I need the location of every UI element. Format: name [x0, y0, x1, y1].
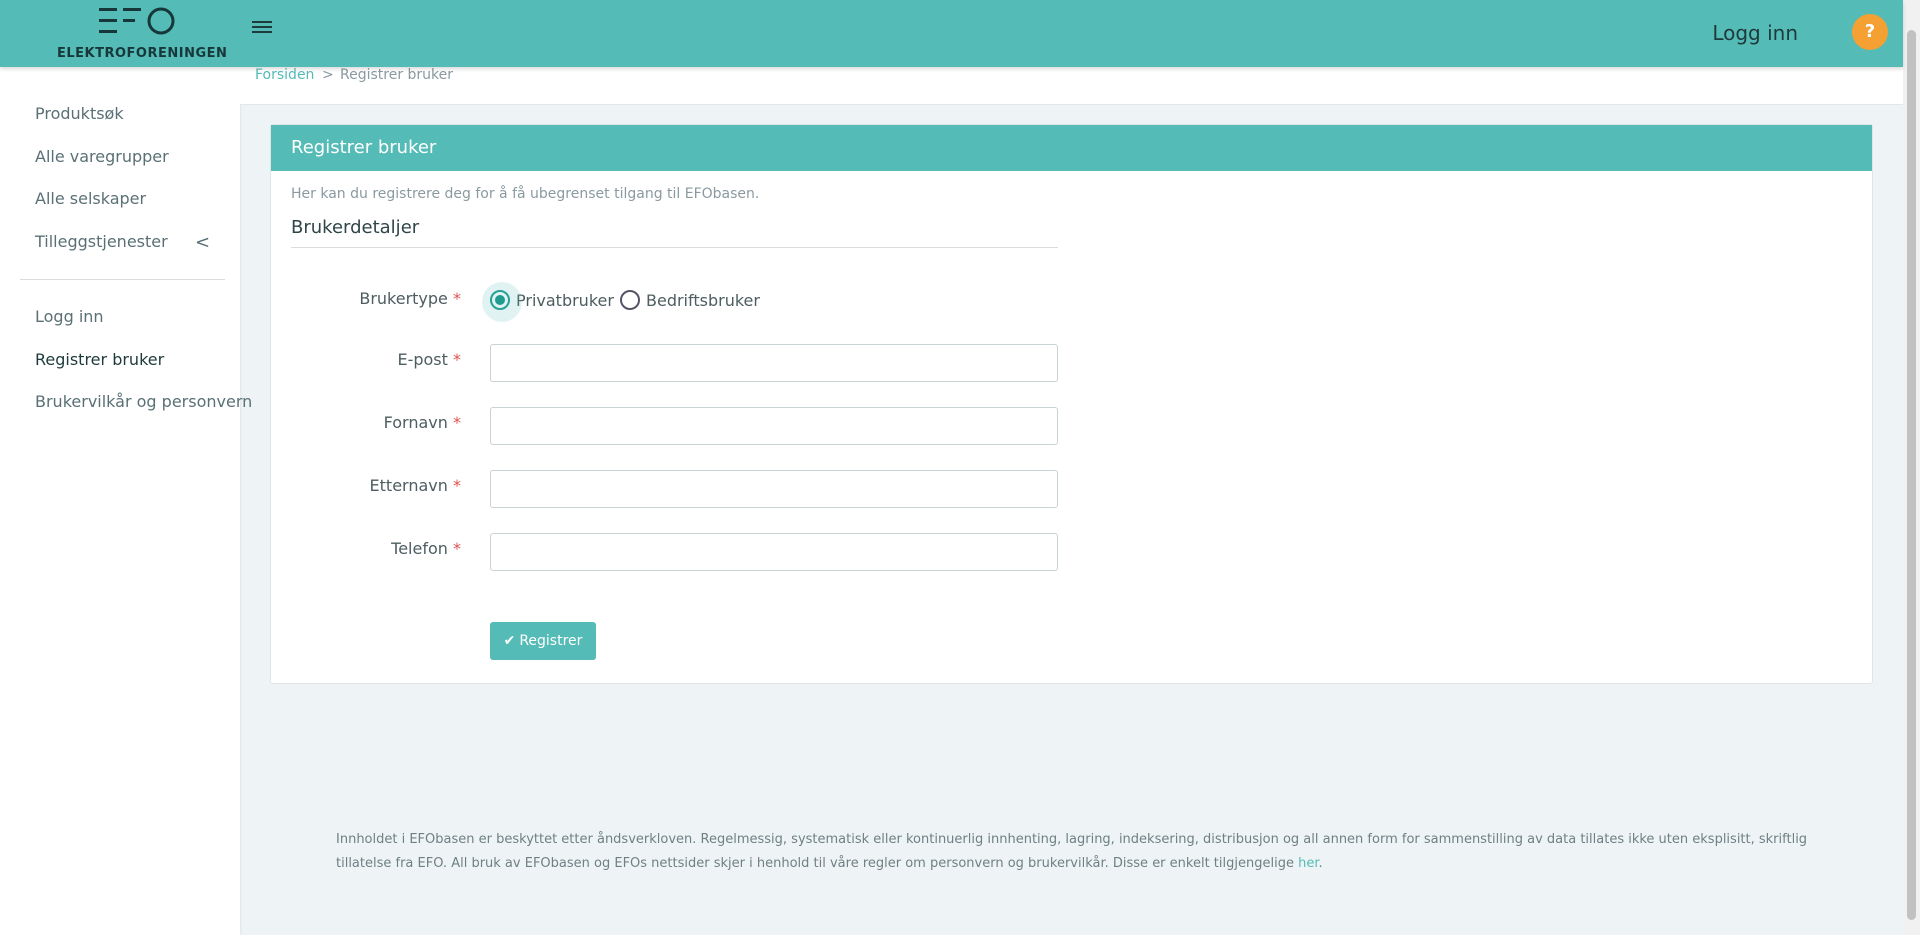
radio-business-control[interactable]	[620, 290, 640, 310]
efo-logo[interactable]: ELEKTROFORENINGEN	[57, 4, 228, 64]
required-mark: *	[453, 289, 461, 308]
menu-toggle-icon[interactable]	[252, 18, 272, 38]
register-card: Registrer bruker Her kan du registrere d…	[270, 124, 1873, 684]
sidebar-item-tilleggstjenester[interactable]: Tilleggstjenester	[35, 232, 168, 251]
radio-private[interactable]: Privatbruker	[482, 282, 614, 322]
phone-label: Telefon *	[391, 539, 461, 558]
required-mark: *	[453, 539, 461, 558]
firstname-field[interactable]	[490, 407, 1058, 445]
sidebar: Produktsøk Alle varegrupper Alle selskap…	[0, 67, 252, 935]
breadcrumb-home[interactable]: Forsiden	[255, 67, 314, 83]
breadcrumb-separator-icon: >	[322, 67, 334, 83]
firstname-label: Fornavn *	[383, 413, 461, 432]
required-mark: *	[453, 413, 461, 432]
required-mark: *	[453, 350, 461, 369]
sidebar-divider	[20, 279, 225, 280]
sidebar-item-logg-inn[interactable]: Logg inn	[35, 307, 104, 326]
header-login-link[interactable]: Logg inn	[1712, 21, 1798, 45]
chevron-left-icon[interactable]: <	[195, 232, 210, 253]
sidebar-item-registrer-bruker[interactable]: Registrer bruker	[35, 350, 164, 369]
check-icon: ✔	[503, 633, 516, 649]
register-button-label: Registrer	[519, 633, 583, 649]
scrollbar-thumb[interactable]	[1907, 30, 1916, 920]
breadcrumb-current: Registrer bruker	[340, 67, 454, 83]
section-divider	[291, 247, 1058, 248]
user-type-label: Brukertype *	[359, 289, 461, 308]
email-field[interactable]	[490, 344, 1058, 382]
sidebar-item-produktsok[interactable]: Produktsøk	[35, 104, 124, 123]
breadcrumb: Forsiden > Registrer bruker	[240, 67, 1903, 105]
help-button[interactable]: ?	[1852, 14, 1888, 50]
sidebar-item-varegrupper[interactable]: Alle varegrupper	[35, 147, 169, 166]
logo-text: ELEKTROFORENINGEN	[57, 46, 228, 61]
footer-link-her[interactable]: her	[1298, 856, 1318, 871]
lastname-field[interactable]	[490, 470, 1058, 508]
card-intro: Her kan du registrere deg for å få ubegr…	[291, 186, 760, 202]
required-mark: *	[453, 476, 461, 495]
email-label: E-post *	[397, 350, 461, 369]
card-title: Registrer bruker	[271, 125, 1872, 171]
lastname-label: Etternavn *	[369, 476, 461, 495]
sidebar-item-brukervilkar[interactable]: Brukervilkår og personvern	[35, 392, 252, 411]
radio-private-label: Privatbruker	[516, 290, 614, 310]
radio-business-label: Bedriftsbruker	[646, 290, 760, 310]
efo-logo-mark-icon	[99, 7, 175, 35]
top-header: ELEKTROFORENINGEN Logg inn ?	[0, 0, 1903, 67]
phone-field[interactable]	[490, 533, 1058, 571]
radio-private-control[interactable]	[482, 282, 522, 322]
radio-business[interactable]: Bedriftsbruker	[620, 290, 760, 310]
register-button[interactable]: ✔ Registrer	[490, 622, 596, 660]
page-scrollbar[interactable]	[1903, 0, 1920, 935]
footer-text: Innholdet i EFObasen er beskyttet etter …	[336, 832, 1808, 871]
sidebar-item-selskaper[interactable]: Alle selskaper	[35, 189, 146, 208]
section-title: Brukerdetaljer	[291, 217, 420, 238]
